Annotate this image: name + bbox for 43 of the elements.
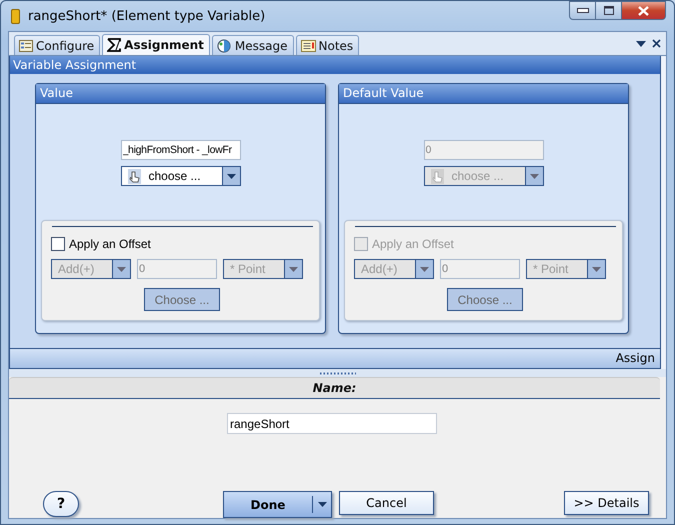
checkbox-label: Apply an Offset — [69, 236, 151, 250]
dropdown-icon[interactable] — [636, 40, 646, 46]
caret-icon — [530, 174, 538, 178]
document-icon — [11, 8, 20, 24]
help-button[interactable]: ? — [43, 491, 79, 517]
group-header: Value — [36, 84, 325, 104]
caret-icon[interactable] — [318, 502, 326, 507]
name-field[interactable]: rangeShort — [227, 413, 437, 434]
checkbox[interactable] — [51, 236, 65, 250]
done-button[interactable]: Done — [223, 491, 332, 518]
note-icon — [300, 40, 316, 52]
maximize-button[interactable] — [596, 1, 622, 20]
maximize-icon — [604, 6, 614, 15]
name-label: Name: — [9, 377, 660, 399]
cancel-button[interactable]: Cancel — [339, 491, 434, 515]
caret-icon — [592, 266, 601, 272]
close-icon — [638, 6, 649, 16]
hand-pointer-icon — [128, 168, 140, 184]
caret-icon — [117, 266, 126, 272]
tab[interactable]: Notes — [296, 35, 360, 55]
globe-icon — [216, 38, 232, 52]
panel-footer: Assign — [10, 348, 660, 368]
panel-header: Variable Assignment — [10, 56, 660, 74]
details-button[interactable]: >> Details — [564, 491, 649, 515]
value-field[interactable]: _highFromShort - _lowFr — [120, 140, 240, 160]
minimize-button[interactable] — [569, 1, 596, 20]
hand-pointer-icon — [430, 168, 444, 184]
caret-icon — [420, 266, 429, 272]
group-header: Default Value — [339, 84, 628, 104]
splitter-handle[interactable] — [320, 372, 356, 374]
form-icon — [19, 40, 33, 52]
minimize-icon — [576, 8, 588, 13]
caret-icon — [226, 174, 236, 178]
checkbox-label: Apply an Offset — [372, 236, 454, 250]
tab[interactable]: Message — [212, 35, 294, 55]
window-title: rangeShort* (Element type Variable) — [28, 8, 266, 24]
caret-icon — [289, 266, 298, 272]
close-button[interactable] — [622, 1, 666, 20]
sigma-icon — [107, 38, 122, 52]
close-icon[interactable] — [652, 39, 661, 48]
tab[interactable]: Configure — [14, 35, 100, 55]
tab[interactable]: Assignment — [102, 34, 210, 55]
choose-dropdown[interactable]: choose ... — [120, 166, 240, 186]
